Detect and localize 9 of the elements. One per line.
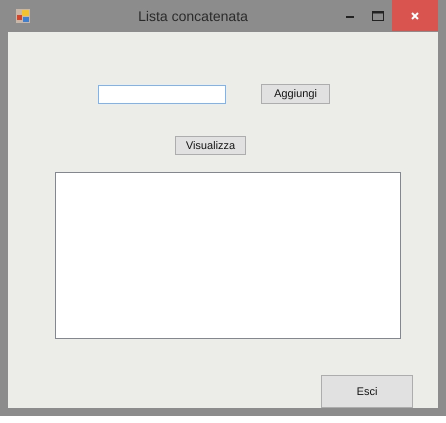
exit-button[interactable]: Esci xyxy=(321,375,413,408)
list-box[interactable] xyxy=(55,172,401,339)
app-icon xyxy=(16,9,30,23)
add-button[interactable]: Aggiungi xyxy=(261,84,330,104)
text-field[interactable] xyxy=(98,84,226,104)
close-icon xyxy=(410,10,420,20)
show-button[interactable]: Visualizza xyxy=(175,136,246,155)
maximize-icon xyxy=(372,11,384,21)
window-title: Lista concatenata xyxy=(137,8,249,24)
